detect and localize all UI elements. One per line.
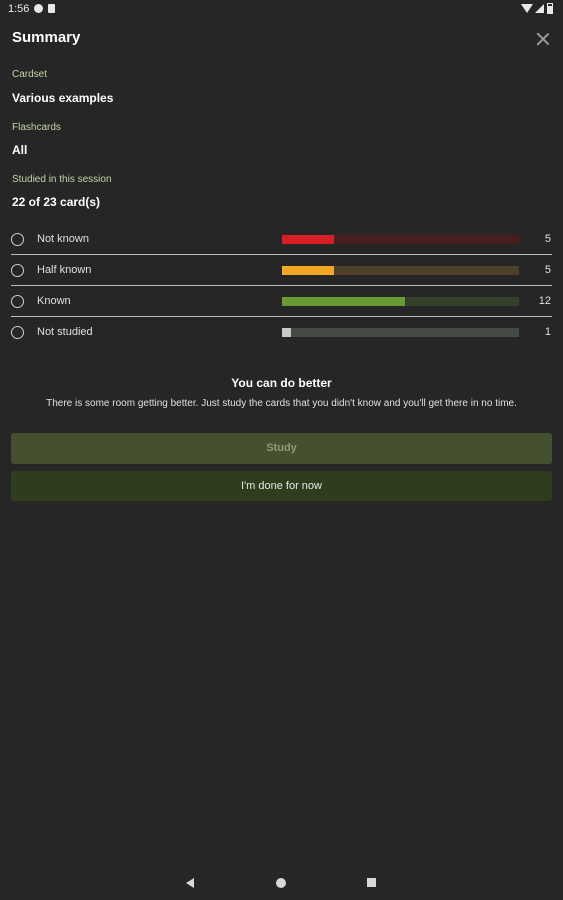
flashcards-value: All [12, 143, 28, 157]
stat-count: 5 [544, 264, 551, 276]
battery-icon [547, 3, 553, 14]
close-icon[interactable] [533, 29, 553, 49]
stat-count: 12 [538, 295, 551, 307]
flashcards-label: Flashcards [12, 122, 61, 133]
studied-label: Studied in this session [12, 174, 112, 185]
divider [11, 254, 552, 255]
signal-icon [535, 4, 544, 13]
stat-label: Not studied [37, 326, 93, 338]
status-icons [521, 3, 555, 15]
stat-label: Known [37, 295, 71, 307]
cardset-value: Various examples [12, 91, 114, 105]
back-icon[interactable] [186, 878, 194, 888]
progress-track [282, 297, 519, 306]
progress-track [282, 266, 519, 275]
status-bar: 1:56 [0, 0, 563, 20]
recents-icon[interactable] [367, 878, 376, 887]
studied-value: 22 of 23 card(s) [12, 195, 101, 209]
result-title: You can do better [231, 376, 332, 390]
divider [11, 285, 552, 286]
stat-count: 5 [544, 233, 551, 245]
progress-fill [282, 328, 292, 337]
status-time: 1:56 [8, 3, 30, 15]
done-button[interactable]: I'm done for now [11, 471, 552, 501]
stat-count: 1 [544, 326, 551, 338]
sim-icon [48, 4, 55, 13]
cardset-label: Cardset [12, 69, 48, 80]
result-message: There is some room getting better. Just … [46, 398, 517, 409]
study-button[interactable]: Study [11, 433, 552, 464]
progress-fill [282, 235, 335, 244]
notification-icon [34, 4, 43, 13]
progress-fill [282, 297, 406, 306]
stat-row-not-known[interactable]: Not known 5 [0, 225, 563, 255]
progress-track [282, 328, 519, 337]
radio-button[interactable] [11, 264, 24, 277]
radio-button[interactable] [11, 295, 24, 308]
stat-row-half-known[interactable]: Half known 5 [0, 256, 563, 286]
radio-button[interactable] [11, 233, 24, 246]
divider [11, 316, 552, 317]
home-icon[interactable] [276, 878, 286, 888]
stat-label: Not known [37, 233, 89, 245]
progress-track [282, 235, 519, 244]
navigation-bar [0, 866, 563, 900]
radio-button[interactable] [11, 326, 24, 339]
progress-fill [282, 266, 335, 275]
wifi-icon [521, 4, 533, 13]
page-title: Summary [12, 29, 81, 46]
stat-row-known[interactable]: Known 12 [0, 287, 563, 317]
stat-label: Half known [37, 264, 92, 276]
stat-row-not-studied[interactable]: Not studied 1 [0, 318, 563, 348]
